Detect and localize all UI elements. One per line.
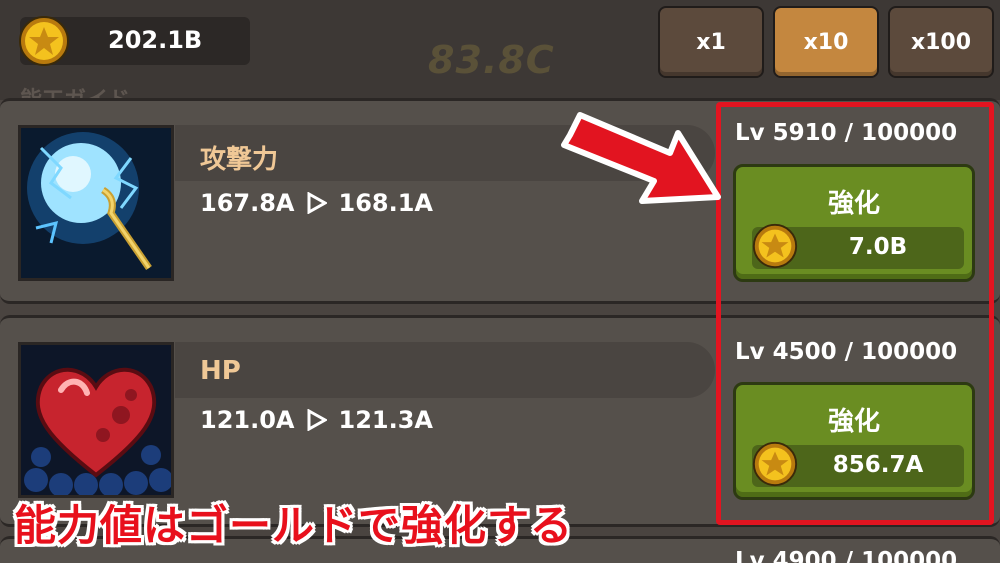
stat-current-value: 167.8A [200, 189, 295, 217]
stat-name-attack: 攻撃力 [200, 145, 279, 175]
gold-amount: 202.1B [108, 26, 203, 54]
multiplier-x10-button[interactable]: x10 [773, 6, 879, 78]
stat-level-next: Lv 4900 / 100000 [735, 548, 958, 563]
pointer-arrow-icon [561, 112, 721, 204]
stat-name-hp: HP [200, 356, 241, 386]
highlight-box [716, 102, 994, 525]
multiplier-x1-button[interactable]: x1 [658, 6, 764, 78]
stat-current-value: 121.0A [200, 406, 295, 434]
stat-next-value: 168.1A [338, 189, 434, 217]
arrow-right-icon [307, 409, 327, 431]
faded-background-value: 83.8C [428, 38, 555, 82]
stat-row-band [175, 342, 715, 398]
annotation-caption: 能力値はゴールドで強化する [14, 501, 574, 550]
gold-display: 202.1B [19, 16, 250, 66]
stat-values-attack: 167.8A 168.1A [200, 189, 433, 217]
multiplier-x100-button[interactable]: x100 [888, 6, 994, 78]
lightning-staff-icon [18, 125, 174, 281]
heart-icon [18, 342, 174, 498]
stat-next-value: 121.3A [338, 406, 434, 434]
gold-coin-icon [19, 16, 69, 66]
arrow-right-icon [307, 192, 327, 214]
stat-values-hp: 121.0A 121.3A [200, 406, 433, 434]
